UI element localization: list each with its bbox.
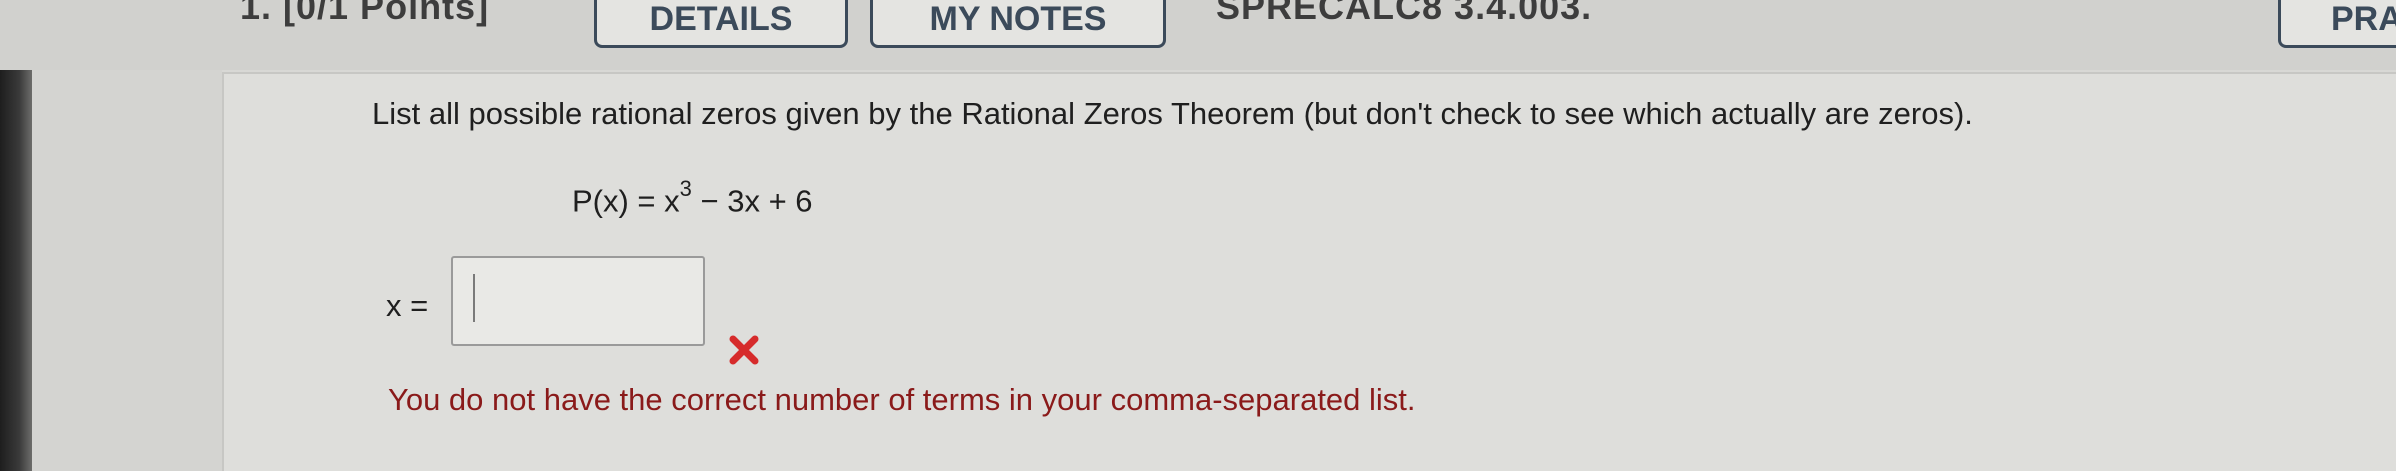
answer-label: x = <box>386 288 429 323</box>
details-button[interactable]: DETAILS <box>594 0 848 48</box>
question-prompt: List all possible rational zeros given b… <box>372 96 1973 131</box>
points-label: 1. [0/1 Points] <box>240 0 490 27</box>
answer-input[interactable] <box>451 256 705 346</box>
red-x-icon <box>729 335 759 365</box>
question-header: 1. [0/1 Points] DETAILS MY NOTES SPRECAL… <box>0 0 2396 70</box>
monitor-bezel <box>0 0 32 471</box>
practice-button[interactable]: PRA <box>2278 0 2396 48</box>
left-gutter <box>32 0 222 471</box>
equation-rhs: − 3x + 6 <box>691 183 813 219</box>
equation-exponent: 3 <box>679 176 692 201</box>
page: 1. [0/1 Points] DETAILS MY NOTES SPRECAL… <box>0 0 2396 471</box>
text-cursor <box>473 274 475 322</box>
problem-id: SPRECALC8 3.4.003. <box>1216 0 1593 27</box>
my-notes-button[interactable]: MY NOTES <box>870 0 1166 48</box>
equation-lhs: P(x) = x <box>572 183 680 219</box>
error-feedback: You do not have the correct number of te… <box>388 382 1416 417</box>
polynomial-equation: P(x) = x3 − 3x + 6 <box>572 176 813 219</box>
